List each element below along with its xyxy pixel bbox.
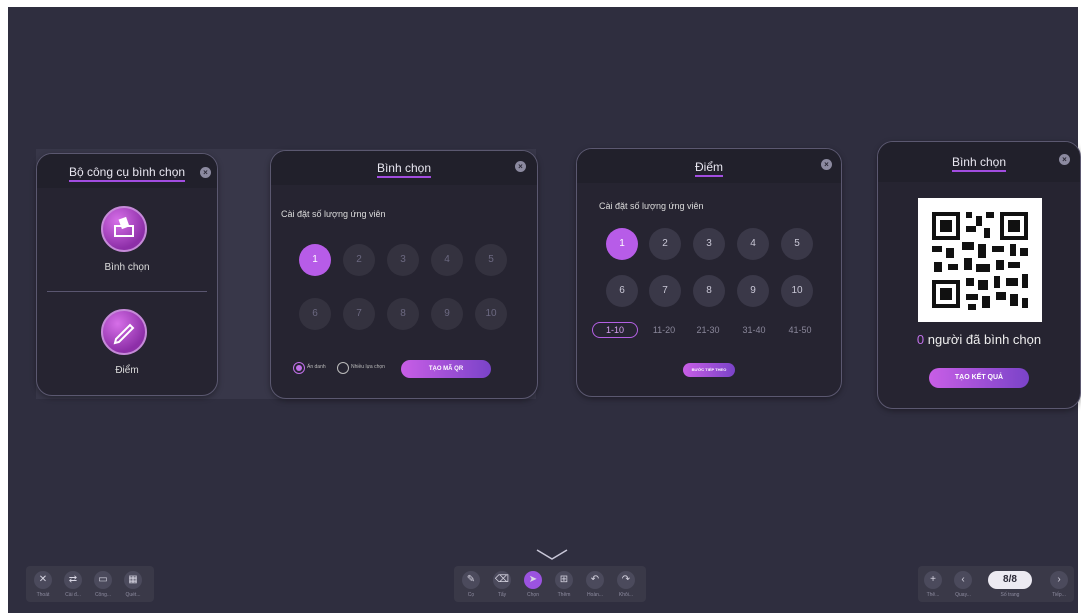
chevron-right-icon[interactable]: › <box>1050 571 1068 589</box>
range-41-50[interactable]: 41-50 <box>783 322 817 338</box>
left-toolbar: ✕ Thoát ⇄ Cài đ... ▭ Công... ▦ Quét... <box>26 566 154 602</box>
select-label: Chọn <box>527 592 539 598</box>
close-icon[interactable]: × <box>821 159 832 170</box>
redo-icon[interactable]: ↷ <box>617 571 635 589</box>
candidate-9[interactable]: 9 <box>431 298 463 330</box>
score-candidate-2[interactable]: 2 <box>649 228 681 260</box>
qr-scan-icon[interactable]: ▦ <box>124 571 142 589</box>
card-title: Bình chọn <box>376 161 432 178</box>
score-candidate-8[interactable]: 8 <box>693 275 725 307</box>
range-31-40[interactable]: 31-40 <box>737 322 771 338</box>
next-step-button[interactable]: BƯỚC TIẾP THEO <box>683 363 735 377</box>
range-11-20[interactable]: 11-20 <box>647 322 681 338</box>
exit-label: Thoát <box>36 592 50 598</box>
chevron-down-icon[interactable] <box>535 548 569 567</box>
score-candidate-4[interactable]: 4 <box>737 228 769 260</box>
next-page-label: Tiếp... <box>1052 592 1066 598</box>
score-tool-label: Điểm <box>115 365 139 376</box>
add-page-icon[interactable]: + <box>924 571 942 589</box>
screen-icon[interactable]: ▭ <box>94 571 112 589</box>
card-title: Bình chọn <box>951 155 1007 172</box>
settings-icon[interactable]: ⇄ <box>64 571 82 589</box>
multi-choice-label: Nhiều lựa chọn <box>351 364 385 370</box>
anonymous-label: Ẩn danh <box>307 364 326 370</box>
scan-label: Quét... <box>125 592 141 598</box>
card-header: Bình chọn <box>271 151 537 185</box>
close-icon[interactable]: × <box>200 167 211 178</box>
eraser-label: Tẩy <box>497 592 507 598</box>
score-candidate-5[interactable]: 5 <box>781 228 813 260</box>
voters-count: 0 người đã bình chọn <box>878 332 1080 347</box>
candidate-3[interactable]: 3 <box>387 244 419 276</box>
candidate-7[interactable]: 7 <box>343 298 375 330</box>
ballot-icon <box>101 206 147 252</box>
score-candidate-7[interactable]: 7 <box>649 275 681 307</box>
score-setup-card: Điểm × Cài đặt số lượng ứng viên 1 2 3 4… <box>576 148 842 397</box>
card-header: Bình chọn <box>878 142 1080 182</box>
prev-page-label: Quay... <box>955 592 971 598</box>
score-tool-button[interactable]: Điểm <box>37 299 217 394</box>
close-icon[interactable]: × <box>515 161 526 172</box>
redo-label: Khôi... <box>618 592 634 598</box>
qr-code <box>918 198 1042 322</box>
range-21-30[interactable]: 21-30 <box>691 322 725 338</box>
page-number-label: Số trang <box>1000 592 1020 598</box>
card-title: Điểm <box>694 160 723 177</box>
card-title: Bộ công cụ bình chọn <box>68 165 186 182</box>
candidate-count-label: Cài đặt số lượng ứng viên <box>599 201 704 211</box>
page-toolbar: + Thê... ‹ Quay... 8/8 Số trang › Tiếp..… <box>918 566 1074 602</box>
voting-tools-card: Bộ công cụ bình chọn × Bình chọn Điểm <box>36 153 218 396</box>
anonymous-radio[interactable] <box>293 362 305 374</box>
multi-choice-radio[interactable] <box>337 362 349 374</box>
candidate-count-label: Cài đặt số lượng ứng viên <box>281 209 386 219</box>
candidate-4[interactable]: 4 <box>431 244 463 276</box>
candidate-5[interactable]: 5 <box>475 244 507 276</box>
center-toolbar: ✎ Cọ ⌫ Tẩy ➤ Chọn ⊞ Thêm ↶ Hoàn... ↷ Khô… <box>454 566 646 602</box>
add-label: Thêm <box>557 592 571 598</box>
score-candidate-10[interactable]: 10 <box>781 275 813 307</box>
vote-tool-button[interactable]: Bình chọn <box>37 194 217 289</box>
card-header: Điểm <box>577 149 841 183</box>
score-candidate-6[interactable]: 6 <box>606 275 638 307</box>
tools-label: Công... <box>94 592 112 598</box>
score-candidate-3[interactable]: 3 <box>693 228 725 260</box>
pencil-icon <box>101 309 147 355</box>
exit-icon[interactable]: ✕ <box>34 571 52 589</box>
chevron-left-icon[interactable]: ‹ <box>954 571 972 589</box>
eraser-icon[interactable]: ⌫ <box>493 571 511 589</box>
create-qr-button[interactable]: TẠO MÃ QR <box>401 360 491 378</box>
card-header: Bộ công cụ bình chọn <box>37 154 217 188</box>
undo-icon[interactable]: ↶ <box>586 571 604 589</box>
candidate-1[interactable]: 1 <box>299 244 331 276</box>
candidate-6[interactable]: 6 <box>299 298 331 330</box>
range-1-10[interactable]: 1-10 <box>592 322 638 338</box>
voters-text: người đã bình chọn <box>924 332 1042 347</box>
page-indicator[interactable]: 8/8 <box>988 571 1032 589</box>
candidate-10[interactable]: 10 <box>475 298 507 330</box>
vote-setup-card: Bình chọn × Cài đặt số lượng ứng viên 1 … <box>270 150 538 399</box>
add-icon[interactable]: ⊞ <box>555 571 573 589</box>
select-icon[interactable]: ➤ <box>524 571 542 589</box>
close-icon[interactable]: × <box>1059 154 1070 165</box>
divider <box>47 291 207 292</box>
vote-result-card: Bình chọn × 0 người đã bình chọn TẠO KẾT… <box>877 141 1081 409</box>
brush-label: Cọ <box>467 592 475 598</box>
undo-label: Hoàn... <box>586 592 604 598</box>
add-page-label: Thê... <box>926 592 940 598</box>
score-candidate-1[interactable]: 1 <box>606 228 638 260</box>
settings-label: Cài đ... <box>65 592 81 598</box>
vote-tool-label: Bình chọn <box>104 262 150 273</box>
candidate-2[interactable]: 2 <box>343 244 375 276</box>
create-result-button[interactable]: TẠO KẾT QUẢ <box>929 368 1029 388</box>
brush-icon[interactable]: ✎ <box>462 571 480 589</box>
score-candidate-9[interactable]: 9 <box>737 275 769 307</box>
candidate-8[interactable]: 8 <box>387 298 419 330</box>
